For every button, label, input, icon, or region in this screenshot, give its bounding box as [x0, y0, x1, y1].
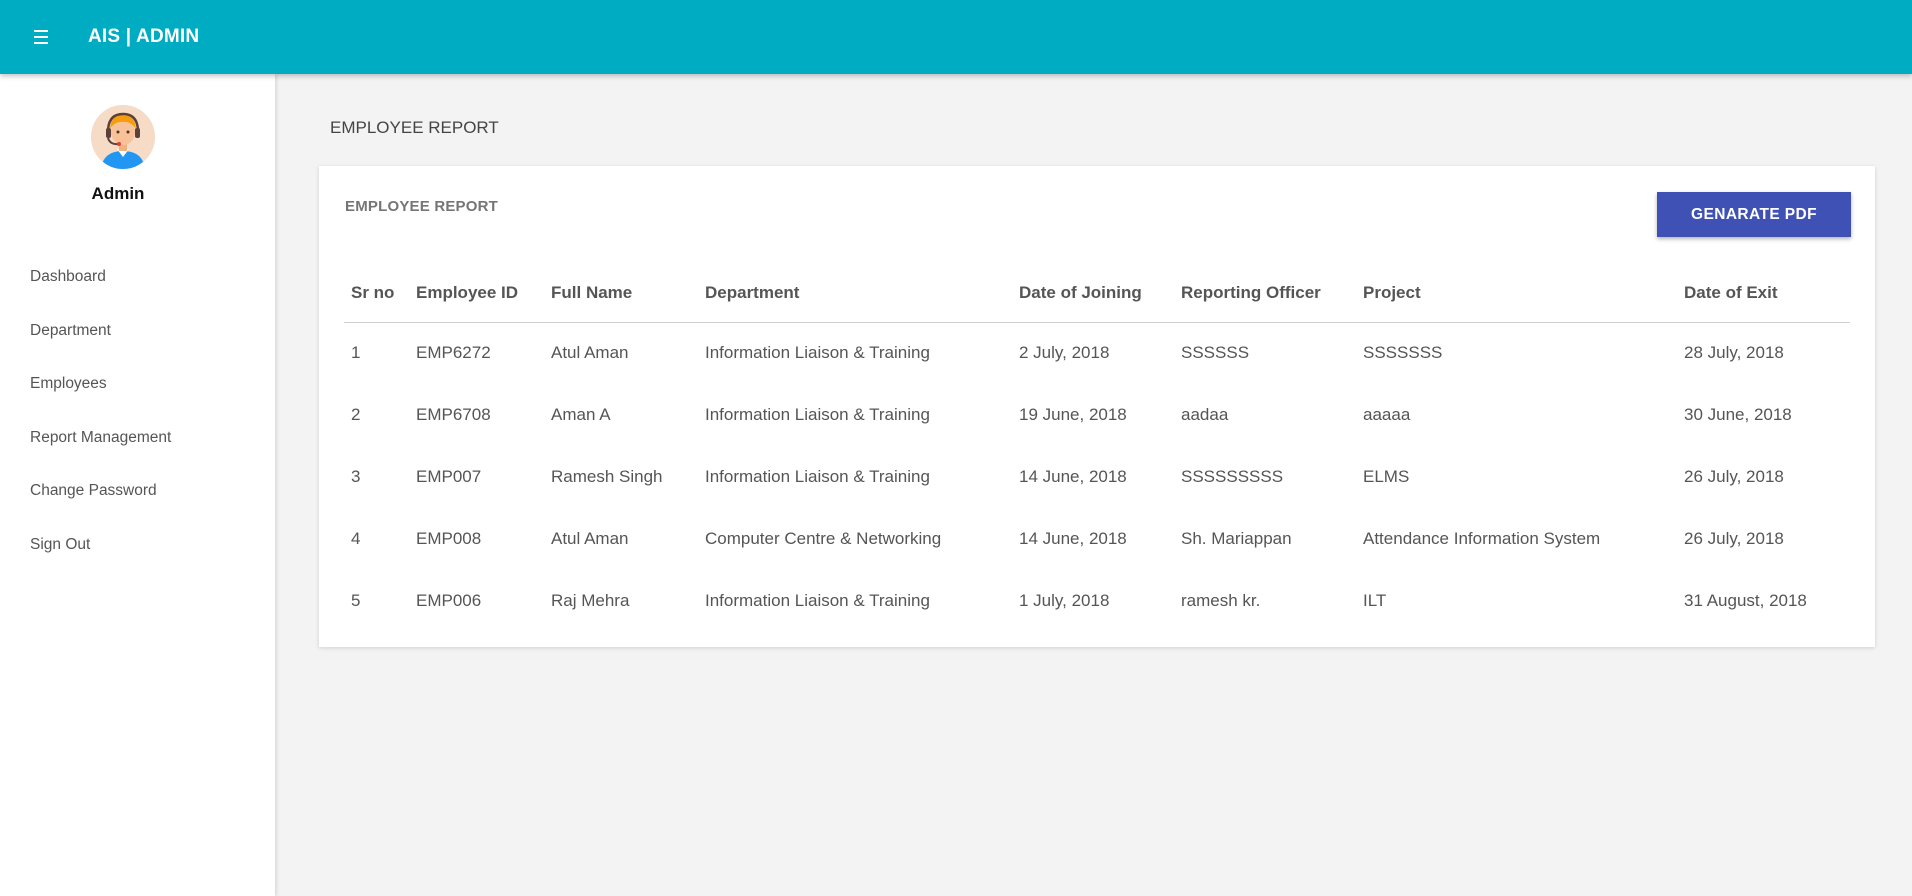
cell-sr-no: 4: [351, 529, 361, 548]
sidebar-item-department[interactable]: Department: [30, 316, 171, 370]
support-agent-icon: [91, 105, 155, 169]
sidebar-item-sign-out[interactable]: Sign Out: [30, 530, 171, 584]
cell-date-of-joining: 1 July, 2018: [1019, 591, 1110, 610]
sidebar-item-employees[interactable]: Employees: [30, 369, 171, 423]
sidebar-item-dashboard[interactable]: Dashboard: [30, 262, 171, 316]
cell-date-of-exit: 26 July, 2018: [1684, 467, 1784, 486]
user-name: Admin: [91, 184, 145, 203]
column-header-date-of-exit[interactable]: Date of Exit: [1677, 264, 1850, 323]
cell-project: aaaaa: [1363, 405, 1411, 424]
column-header-project[interactable]: Project: [1356, 264, 1677, 323]
column-header-date-of-joining[interactable]: Date of Joining: [1012, 264, 1174, 323]
table-row: 1 EMP6272 Atul Aman Information Liaison …: [344, 322, 1850, 384]
cell-department: Information Liaison & Training: [705, 591, 930, 610]
sidebar-nav: Dashboard Department Employees Report Ma…: [30, 262, 171, 584]
cell-reporting-officer: aadaa: [1181, 405, 1229, 424]
cell-department: Information Liaison & Training: [705, 343, 930, 363]
hamburger-menu-icon[interactable]: [26, 22, 56, 52]
report-card: EMPLOYEE REPORT GENARATE PDF Sr no Emplo…: [319, 166, 1875, 647]
cell-project: Attendance Information System: [1363, 529, 1601, 548]
cell-reporting-officer: SSSSSS: [1181, 343, 1250, 363]
cell-employee-id: EMP6708: [416, 405, 491, 424]
employee-report-table: Sr no Employee ID Full Name Department D…: [344, 264, 1850, 632]
column-header-sr-no[interactable]: Sr no: [344, 264, 409, 323]
column-header-employee-id[interactable]: Employee ID: [409, 264, 544, 323]
cell-employee-id: EMP006: [416, 591, 482, 610]
sidebar: Admin Dashboard Department Employees Rep…: [0, 74, 275, 896]
generate-pdf-button[interactable]: GENARATE PDF: [1657, 192, 1851, 237]
cell-employee-id: EMP007: [416, 467, 482, 486]
page-title: EMPLOYEE REPORT: [330, 118, 499, 137]
cell-sr-no: 3: [351, 467, 361, 486]
cell-date-of-exit: 26 July, 2018: [1684, 529, 1784, 548]
cell-department: Information Liaison & Training: [705, 467, 930, 486]
table-row: 2 EMP6708 Aman A Information Liaison & T…: [344, 384, 1850, 446]
card-title: EMPLOYEE REPORT: [345, 198, 499, 215]
top-app-bar: AIS | ADMIN: [0, 0, 1912, 74]
table-header-row: Sr no Employee ID Full Name Department D…: [344, 264, 1850, 323]
cell-project: SSSSSSS: [1363, 343, 1443, 363]
cell-date-of-joining: 2 July, 2018: [1019, 343, 1110, 363]
cell-full-name: Atul Aman: [551, 343, 629, 363]
cell-project: ELMS: [1363, 467, 1410, 486]
cell-full-name: Ramesh Singh: [551, 467, 663, 486]
cell-date-of-exit: 31 August, 2018: [1684, 591, 1807, 610]
column-header-department[interactable]: Department: [698, 264, 1012, 323]
cell-project: ILT: [1363, 591, 1387, 610]
cell-full-name: Atul Aman: [551, 529, 629, 548]
sidebar-item-report-management[interactable]: Report Management: [30, 423, 171, 477]
cell-full-name: Aman A: [551, 405, 611, 424]
table-row: 4 EMP008 Atul Aman Computer Centre & Net…: [344, 508, 1850, 570]
column-header-reporting-officer[interactable]: Reporting Officer: [1174, 264, 1356, 323]
avatar: [91, 105, 155, 169]
cell-date-of-joining: 14 June, 2018: [1019, 467, 1127, 486]
cell-sr-no: 1: [351, 343, 361, 363]
cell-sr-no: 5: [351, 591, 361, 610]
sidebar-item-change-password[interactable]: Change Password: [30, 476, 171, 530]
app-brand-title: AIS | ADMIN: [88, 26, 200, 47]
cell-department: Computer Centre & Networking: [705, 529, 942, 548]
cell-date-of-exit: 30 June, 2018: [1684, 405, 1792, 424]
cell-full-name: Raj Mehra: [551, 591, 630, 610]
cell-sr-no: 2: [351, 405, 361, 424]
cell-reporting-officer: ramesh kr.: [1181, 591, 1261, 610]
cell-date-of-joining: 19 June, 2018: [1019, 405, 1127, 424]
cell-employee-id: EMP008: [416, 529, 482, 548]
cell-date-of-joining: 14 June, 2018: [1019, 529, 1127, 548]
cell-reporting-officer: Sh. Mariappan: [1181, 529, 1292, 548]
cell-department: Information Liaison & Training: [705, 405, 930, 424]
cell-employee-id: EMP6272: [416, 343, 491, 363]
table-row: 5 EMP006 Raj Mehra Information Liaison &…: [344, 570, 1850, 632]
cell-reporting-officer: SSSSSSSSS: [1181, 467, 1284, 486]
table-row: 3 EMP007 Ramesh Singh Information Liaiso…: [344, 446, 1850, 508]
cell-date-of-exit: 28 July, 2018: [1684, 343, 1784, 363]
column-header-full-name[interactable]: Full Name: [544, 264, 698, 323]
